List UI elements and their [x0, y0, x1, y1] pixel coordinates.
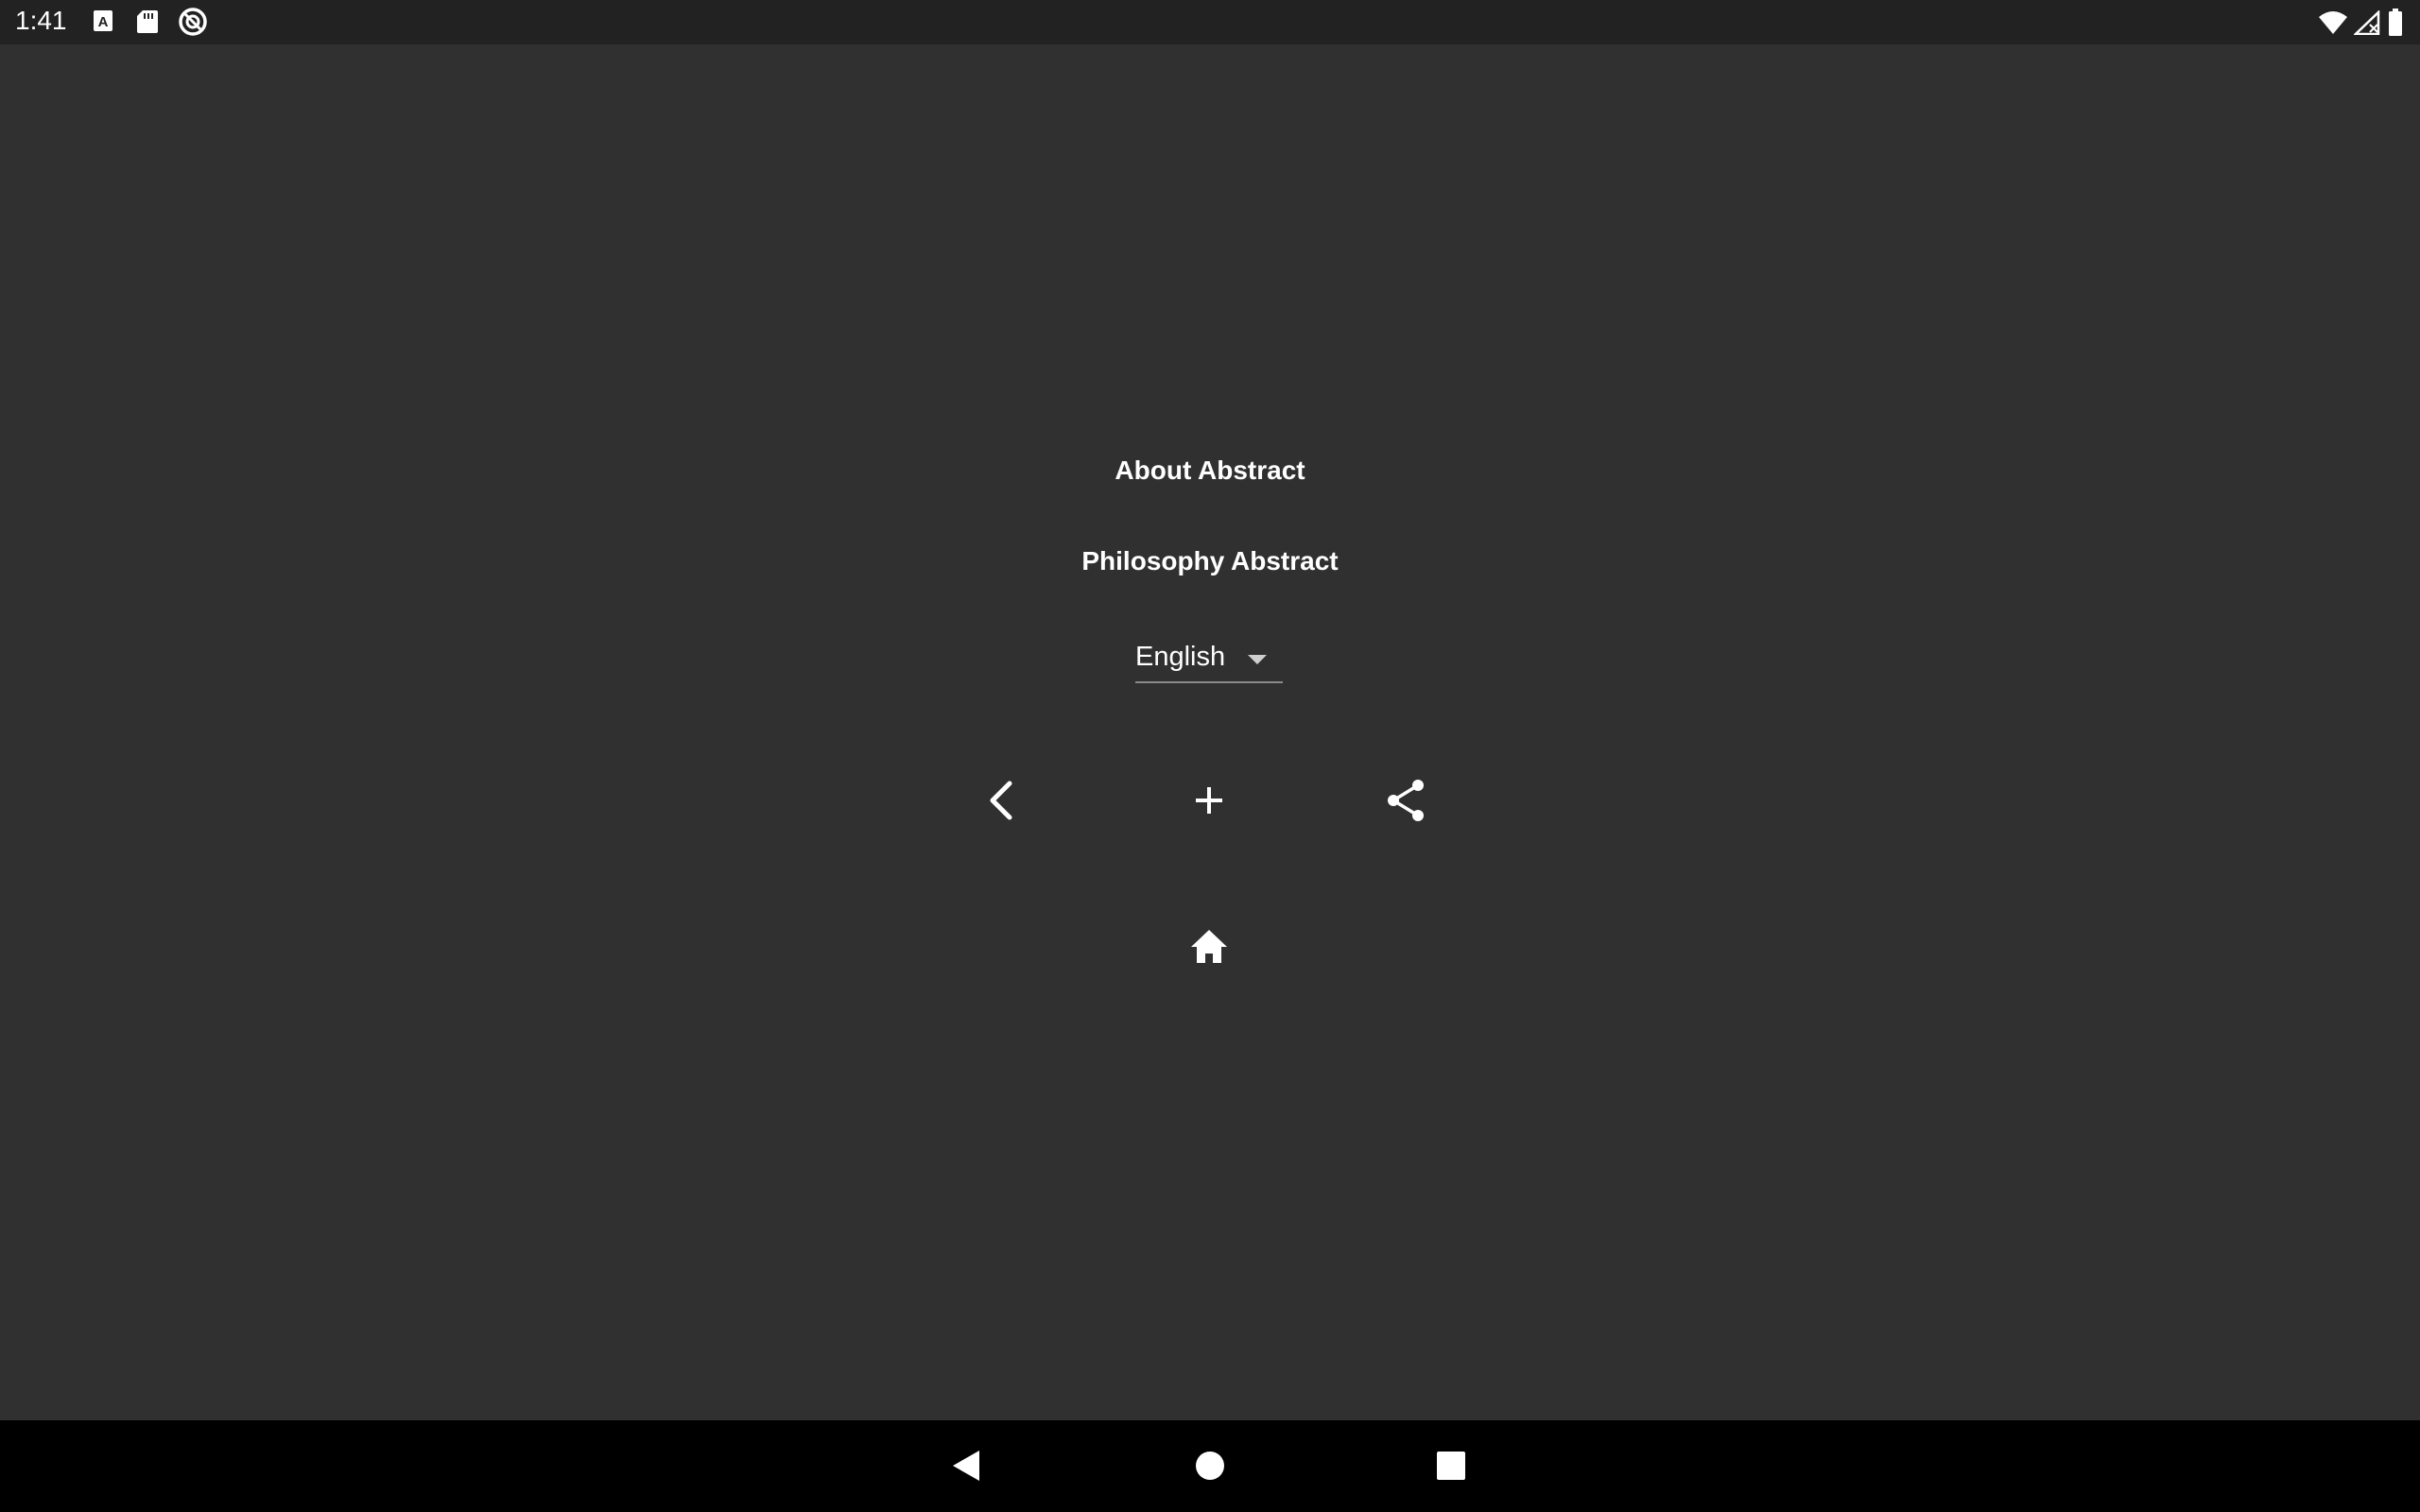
share-icon	[1388, 780, 1424, 821]
cell-signal-icon	[2352, 9, 2380, 40]
chevron-left-icon	[990, 781, 1012, 820]
status-bar: 1:41 A	[0, 0, 2420, 44]
system-back-button[interactable]	[940, 1439, 993, 1492]
home-circle-icon	[1196, 1452, 1224, 1480]
home-icon	[1191, 930, 1227, 963]
philosophy-abstract-button[interactable]: Philosophy Abstract	[0, 546, 2420, 576]
wifi-icon	[2318, 10, 2348, 40]
sync-icon	[178, 7, 208, 42]
about-abstract-button[interactable]: About Abstract	[0, 455, 2420, 486]
system-nav-bar	[0, 1420, 2420, 1512]
dropdown-arrow-icon	[1247, 653, 1268, 670]
back-triangle-icon	[953, 1451, 979, 1481]
language-dropdown[interactable]: English	[1135, 630, 1283, 683]
font-a-icon: A	[93, 9, 113, 38]
system-home-button[interactable]	[1184, 1439, 1236, 1492]
status-time: 1:41	[15, 6, 67, 35]
main-content: About Abstract Philosophy Abstract Engli…	[0, 44, 2420, 1420]
battery-icon	[2388, 9, 2403, 42]
recents-square-icon	[1437, 1452, 1465, 1480]
back-button[interactable]	[968, 766, 1036, 834]
language-selected-value: English	[1135, 642, 1226, 672]
sd-card-icon	[136, 9, 159, 40]
svg-text:A: A	[98, 14, 109, 30]
system-recents-button[interactable]	[1425, 1439, 1478, 1492]
plus-icon	[1196, 787, 1222, 814]
home-button[interactable]	[1175, 914, 1243, 982]
share-button[interactable]	[1373, 766, 1441, 834]
add-button[interactable]	[1175, 766, 1243, 834]
